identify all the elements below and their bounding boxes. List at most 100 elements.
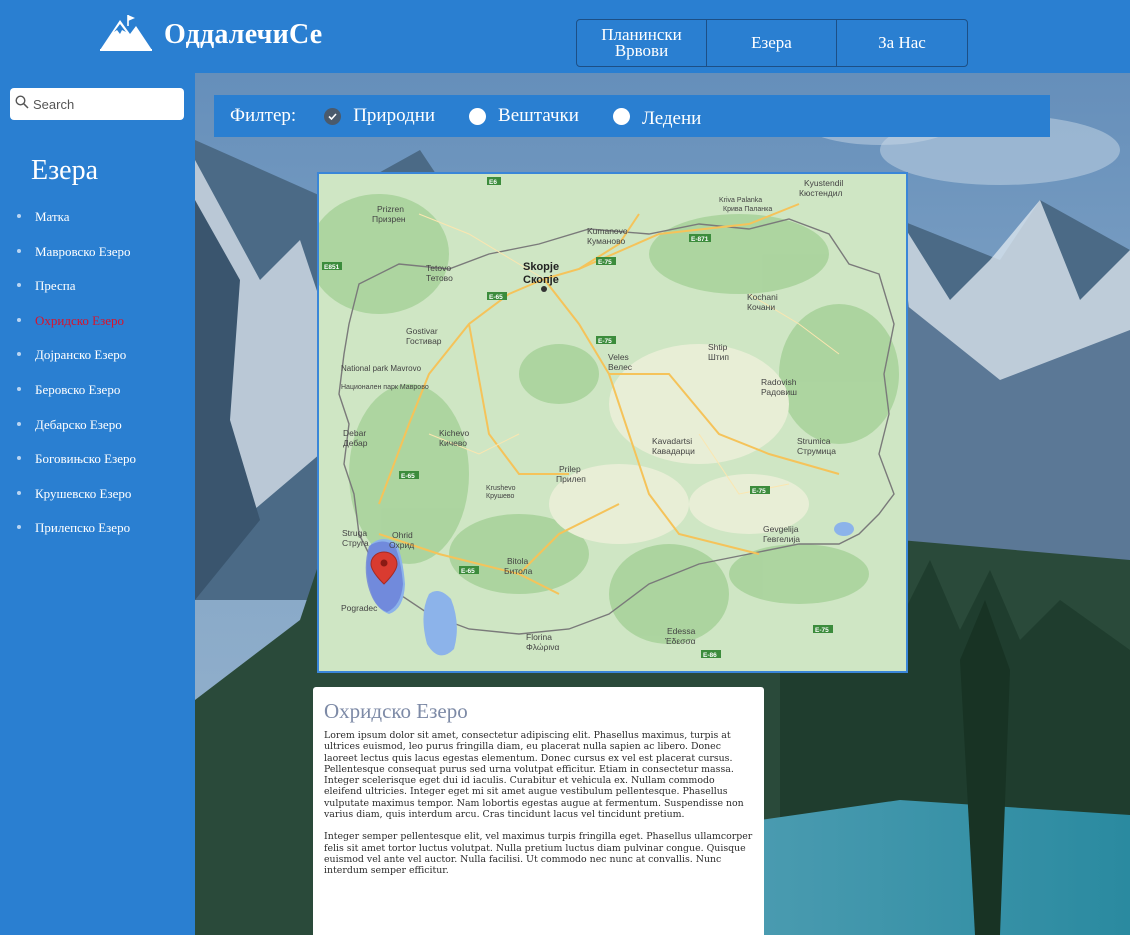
radio-checked-icon — [324, 107, 342, 125]
filter-glacial-radio[interactable]: Ледени — [612, 105, 702, 129]
bullet-icon — [17, 214, 21, 218]
svg-text:Крушево: Крушево — [486, 493, 515, 500]
nav-lakes[interactable]: Езера — [707, 20, 837, 66]
svg-text:Кавадарци: Кавадарци — [652, 446, 695, 456]
search-input[interactable] — [33, 96, 173, 112]
svg-text:Kriva Palanka: Kriva Palanka — [719, 197, 762, 204]
svg-text:Strumica: Strumica — [797, 436, 831, 446]
svg-text:E-75: E-75 — [598, 338, 612, 345]
svg-text:E-65: E-65 — [489, 294, 503, 301]
search-icon — [15, 94, 29, 114]
lake-item-label: Беровско Езеро — [35, 381, 121, 397]
svg-text:Debar: Debar — [343, 428, 366, 438]
svg-text:Skopje: Skopje — [523, 261, 559, 273]
svg-text:Гевгелија: Гевгелија — [763, 534, 800, 544]
svg-text:Кичево: Кичево — [439, 438, 467, 448]
lake-item-matka[interactable]: Матка — [17, 209, 136, 244]
lake-item-mavrovo[interactable]: Мавровско Езеро — [17, 244, 136, 279]
svg-text:Kavadartsi: Kavadartsi — [652, 436, 692, 446]
lake-map[interactable]: E6 E-871 E-75 E-65 E-75 E-65 E-75 E-65 E… — [317, 172, 908, 673]
lake-item-label: Охридско Езеро — [35, 312, 124, 328]
svg-text:Struga: Struga — [342, 528, 367, 538]
svg-text:Kochani: Kochani — [747, 292, 778, 302]
svg-text:Prizren: Prizren — [377, 204, 404, 214]
filter-natural-radio[interactable]: Природни — [324, 105, 435, 127]
svg-text:E-871: E-871 — [691, 236, 709, 243]
filter-option-label: Вештачки — [498, 105, 579, 126]
filter-bar: Филтер: Природни Вештачки Ледени — [214, 95, 1050, 137]
svg-text:Охрид: Охрид — [389, 540, 414, 550]
bullet-icon — [17, 248, 21, 253]
lake-item-label: Боговињско Езеро — [35, 451, 136, 467]
svg-text:National park Mavrovo: National park Mavrovo — [341, 364, 422, 373]
lake-item-debar[interactable]: Дебарско Езеро — [17, 417, 136, 452]
lake-description-paragraph: Lorem ipsum dolor sit amet, consectetur … — [324, 730, 744, 821]
svg-text:E-75: E-75 — [752, 488, 766, 495]
lake-item-ohrid[interactable]: Охридско Езеро — [17, 313, 136, 348]
svg-text:Штип: Штип — [708, 352, 729, 362]
brand-logo-link[interactable]: ОддалечиСе — [98, 12, 322, 57]
lake-item-label: Мавровско Езеро — [35, 243, 131, 259]
svg-text:E6: E6 — [489, 179, 497, 186]
bullet-icon — [17, 317, 21, 322]
svg-text:Гостивар: Гостивар — [406, 336, 442, 346]
svg-text:Radovish: Radovish — [761, 377, 797, 387]
lake-item-prespa[interactable]: Преспа — [17, 278, 136, 313]
filter-option-label: Ледени — [641, 108, 702, 129]
radio-unchecked-icon — [612, 107, 630, 125]
top-header: ОддалечиСе Планински Врвови Езера За Нас — [0, 0, 1130, 73]
lake-item-prilep[interactable]: Прилепско Езеро — [17, 520, 136, 555]
nav-about-us[interactable]: За Нас — [837, 20, 967, 66]
svg-text:Струмица: Струмица — [797, 446, 836, 456]
svg-text:Gostivar: Gostivar — [406, 326, 438, 336]
lake-list: Матка Мавровско Езеро Преспа Охридско Ез… — [17, 209, 136, 555]
svg-text:Битола: Битола — [504, 566, 533, 576]
svg-text:Shtip: Shtip — [708, 342, 728, 352]
lake-item-dojran[interactable]: Дојранско Езеро — [17, 347, 136, 382]
bullet-icon — [17, 283, 21, 288]
svg-text:Призрен: Призрен — [372, 214, 406, 224]
filter-option-label: Природни — [353, 105, 436, 126]
lake-item-label: Матка — [35, 209, 70, 224]
svg-text:Έδεσσα: Έδεσσα — [664, 636, 696, 646]
svg-text:Veles: Veles — [608, 352, 629, 362]
svg-text:Ohrid: Ohrid — [392, 530, 413, 540]
svg-text:Pogradec: Pogradec — [341, 603, 378, 613]
lake-item-label: Прилепско Езеро — [35, 520, 131, 536]
lake-item-label: Дебарско Езеро — [35, 416, 122, 432]
svg-text:Куманово: Куманово — [587, 236, 626, 246]
lake-item-label: Крушевско Езеро — [35, 485, 132, 501]
svg-text:Florina: Florina — [526, 632, 552, 642]
svg-text:E-65: E-65 — [461, 568, 475, 575]
search-box[interactable] — [10, 88, 184, 120]
brand-title: ОддалечиСе — [164, 18, 323, 50]
svg-text:Дебар: Дебар — [343, 438, 368, 448]
bullet-icon — [17, 456, 21, 461]
bullet-icon — [17, 352, 21, 357]
svg-text:Кочани: Кочани — [747, 302, 775, 312]
svg-text:Edessa: Edessa — [667, 626, 696, 636]
lake-item-label: Преспа — [35, 278, 76, 294]
svg-text:Национален парк Маврово: Национален парк Маврово — [341, 384, 429, 391]
filter-label: Филтер: — [230, 105, 297, 126]
sidebar: Езера Матка Мавровско Езеро Преспа Охрид… — [0, 73, 195, 935]
svg-text:Krushevo: Krushevo — [486, 485, 516, 492]
svg-text:E851: E851 — [324, 264, 340, 271]
lake-item-bogovinje[interactable]: Боговињско Езеро — [17, 451, 136, 486]
svg-text:Bitola: Bitola — [507, 556, 529, 566]
bullet-icon — [17, 525, 21, 530]
main-nav: Планински Врвови Езера За Нас — [576, 19, 968, 67]
svg-text:Φλώρινα: Φλώρινα — [526, 642, 560, 652]
svg-text:E-75: E-75 — [815, 627, 829, 634]
filter-artificial-radio[interactable]: Вештачки — [469, 105, 579, 127]
svg-text:Велес: Велес — [608, 362, 633, 372]
lake-description-paragraph: Integer semper pellentesque elit, vel ma… — [324, 831, 753, 877]
sidebar-heading: Езера — [31, 155, 99, 186]
bullet-icon — [17, 490, 21, 495]
lake-item-berovo[interactable]: Беровско Езеро — [17, 382, 136, 417]
svg-text:Kyustendil: Kyustendil — [804, 178, 843, 188]
nav-mountain-peaks[interactable]: Планински Врвови — [577, 20, 707, 66]
svg-text:Kichevo: Kichevo — [439, 428, 470, 438]
svg-text:Prilep: Prilep — [559, 464, 581, 474]
lake-item-krusevo[interactable]: Крушевско Езеро — [17, 486, 136, 521]
